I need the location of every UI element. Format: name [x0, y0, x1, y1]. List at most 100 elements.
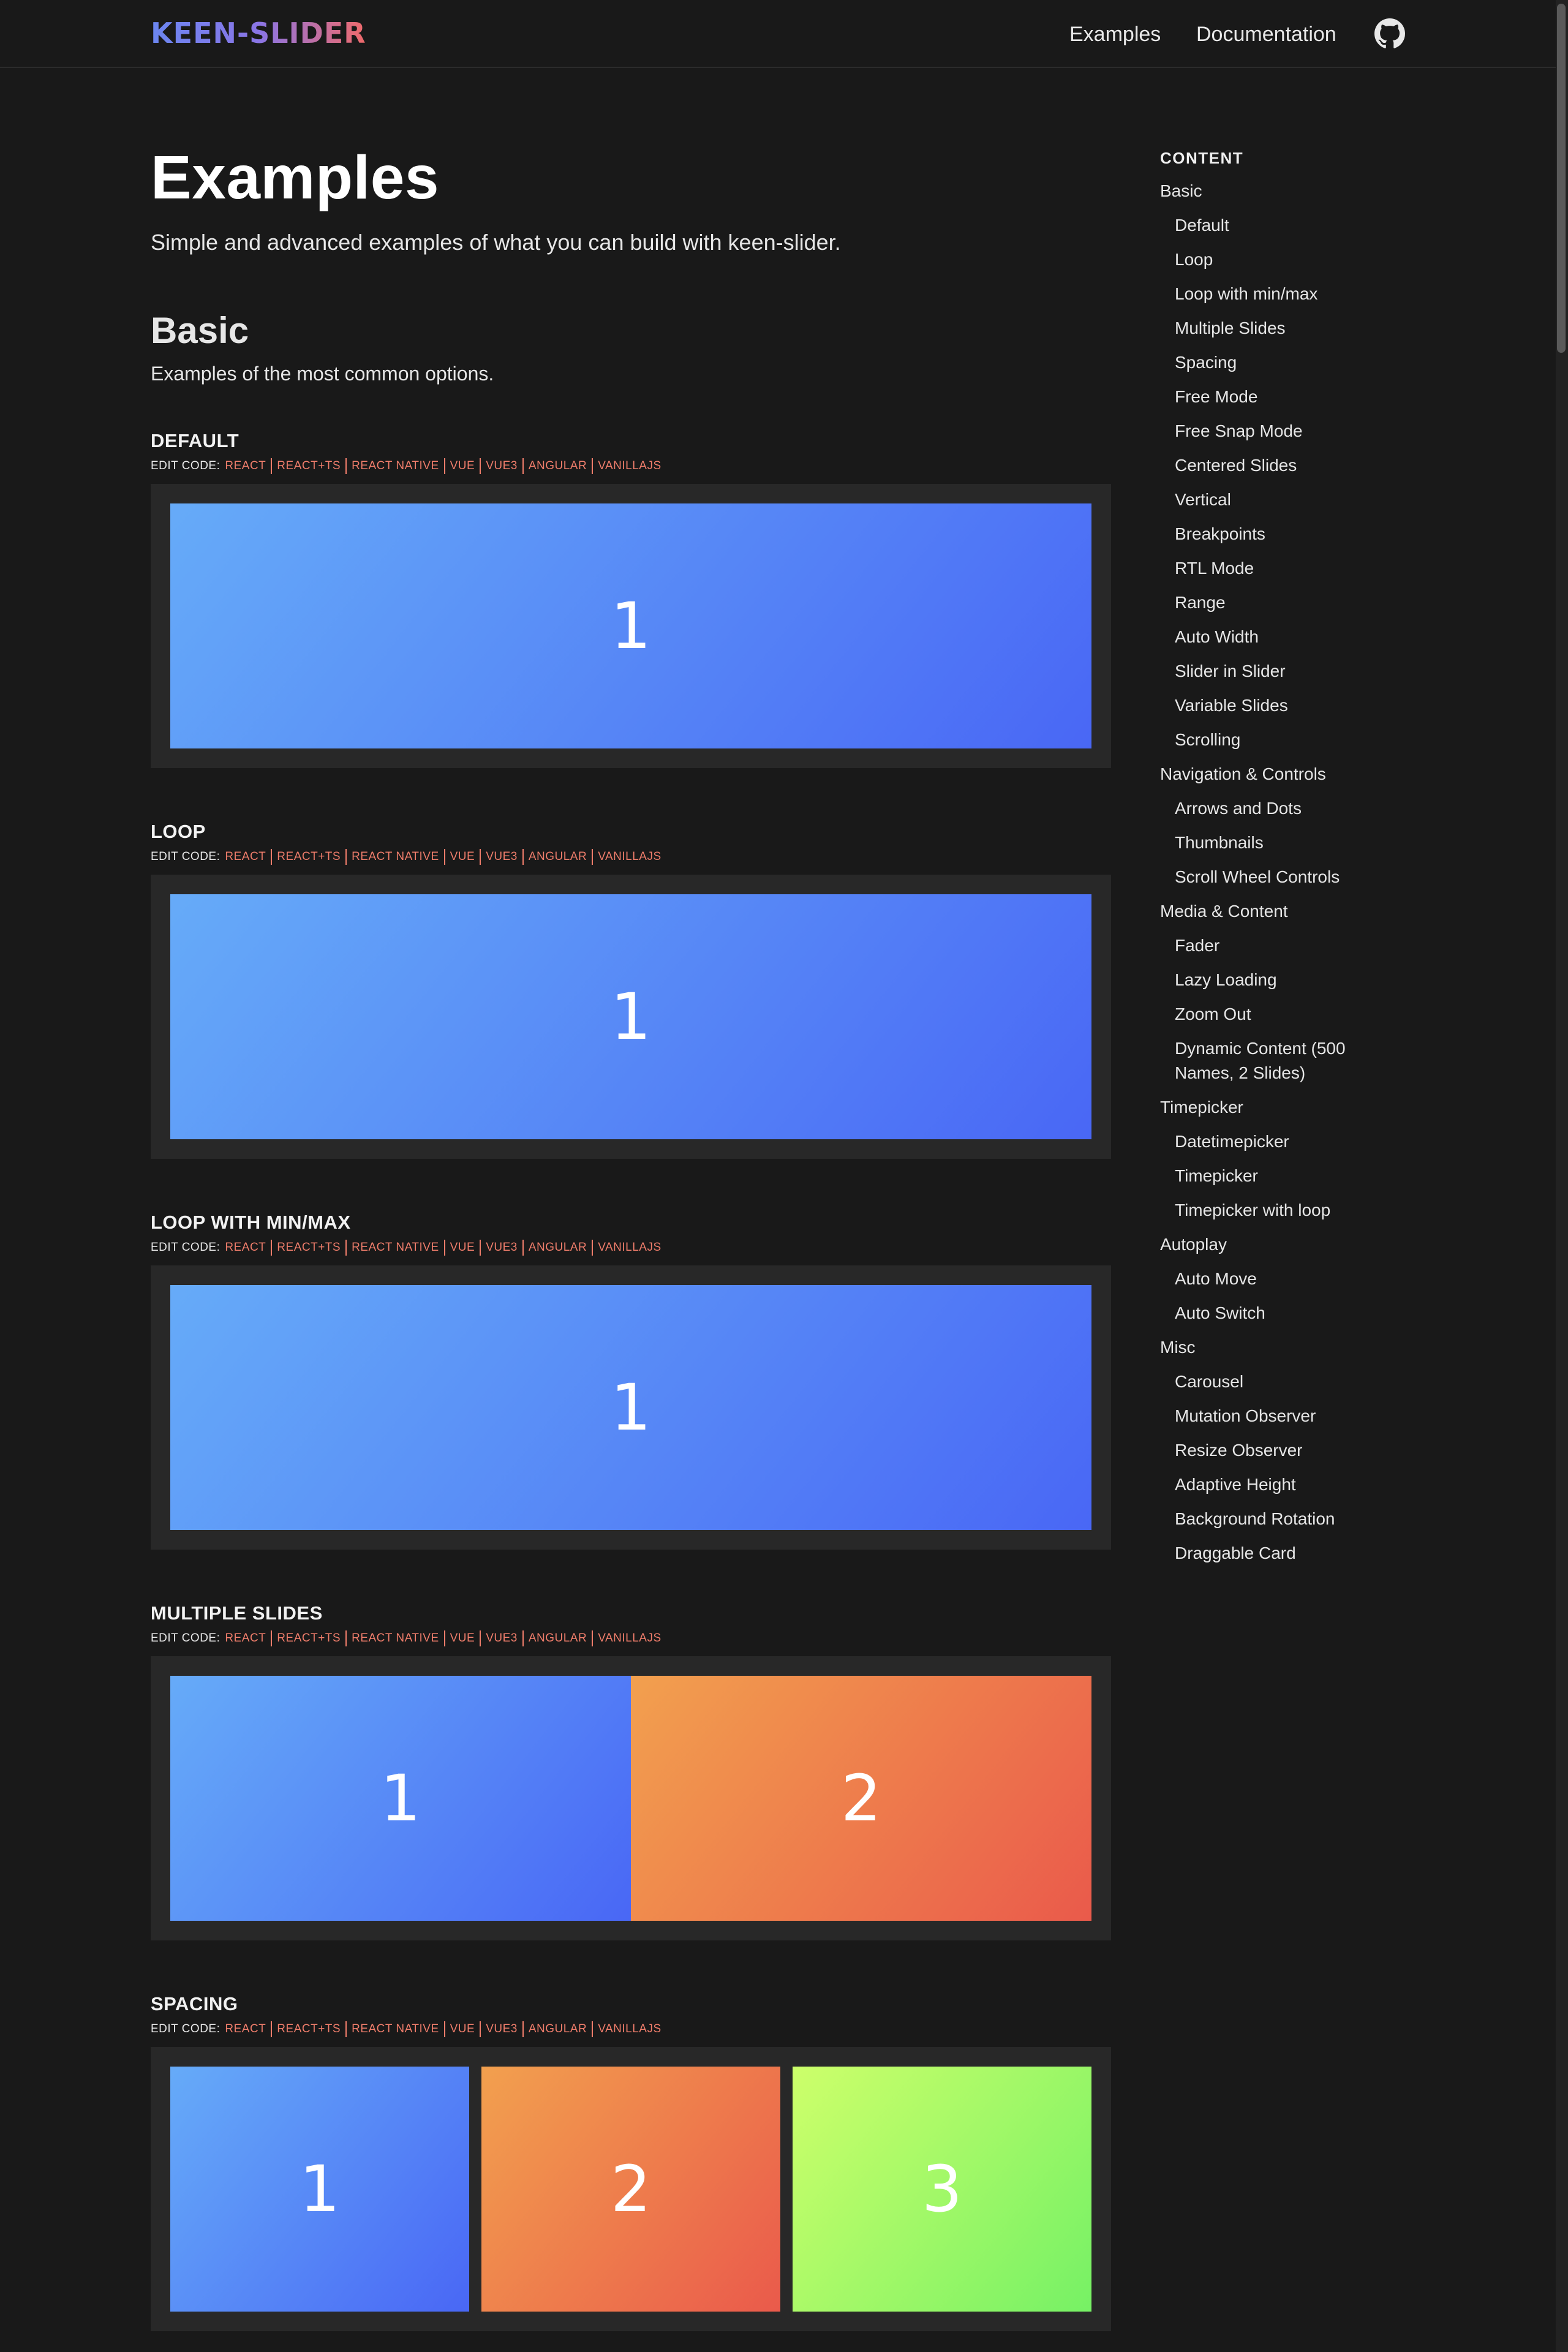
top-header: KEEN-SLIDER Examples Documentation: [0, 0, 1556, 68]
edit-code-link-vue[interactable]: VUE: [443, 458, 480, 474]
toc-item-link[interactable]: Breakpoints: [1160, 522, 1405, 546]
toc-item-link[interactable]: Background Rotation: [1160, 1507, 1405, 1531]
page-scrollbar[interactable]: [1556, 0, 1568, 2352]
edit-code-link-react-ts[interactable]: REACT+TS: [271, 1240, 345, 1256]
edit-code-link-vue3[interactable]: VUE3: [480, 1240, 522, 1256]
edit-code-link-vue3[interactable]: VUE3: [480, 458, 522, 474]
edit-code-link-react-ts[interactable]: REACT+TS: [271, 1630, 345, 1646]
toc-section-link[interactable]: Navigation & Controls: [1160, 762, 1405, 786]
toc-item-link[interactable]: Carousel: [1160, 1370, 1405, 1394]
edit-code-link-react-ts[interactable]: REACT+TS: [271, 849, 345, 865]
toc-item-link[interactable]: Vertical: [1160, 488, 1405, 512]
nav-documentation-link[interactable]: Documentation: [1196, 21, 1336, 48]
toc-section-link[interactable]: Autoplay: [1160, 1232, 1405, 1257]
toc-item-link[interactable]: Scroll Wheel Controls: [1160, 865, 1405, 889]
edit-code-link-vue[interactable]: VUE: [443, 1630, 480, 1646]
toc-item-link[interactable]: Centered Slides: [1160, 453, 1405, 478]
edit-code-link-angular[interactable]: ANGULAR: [522, 1240, 592, 1256]
toc-item-link[interactable]: Loop: [1160, 247, 1405, 272]
edit-code-link-react[interactable]: REACT: [225, 2021, 271, 2037]
toc-section-link[interactable]: Timepicker: [1160, 1095, 1405, 1120]
toc-item-link[interactable]: Timepicker: [1160, 1164, 1405, 1188]
section-title-basic: Basic: [151, 310, 249, 351]
slide[interactable]: 1: [170, 1676, 631, 1921]
edit-code-link-react[interactable]: REACT: [225, 1630, 271, 1646]
slide[interactable]: 1: [170, 894, 1091, 1139]
toc-item-link[interactable]: Auto Width: [1160, 625, 1405, 649]
edit-code-link-react-ts[interactable]: REACT+TS: [271, 458, 345, 474]
toc-item-link[interactable]: Adaptive Height: [1160, 1472, 1405, 1497]
edit-code-link-vanillajs[interactable]: VANILLAJS: [592, 458, 666, 474]
toc-item-link[interactable]: Fader: [1160, 933, 1405, 958]
slide[interactable]: 2: [631, 1676, 1091, 1921]
edit-code-links: EDIT CODE: REACT REACT+TS REACT NATIVE VUE VU…: [151, 1240, 1111, 1256]
edit-code-link-react-ts[interactable]: REACT+TS: [271, 2021, 345, 2037]
toc-item-link[interactable]: Timepicker with loop: [1160, 1198, 1405, 1223]
toc-item-link[interactable]: Zoom Out: [1160, 1002, 1405, 1027]
edit-code-link-react-native[interactable]: REACT NATIVE: [345, 1240, 444, 1256]
edit-code-link-vue3[interactable]: VUE3: [480, 2021, 522, 2037]
scrollbar-thumb[interactable]: [1557, 4, 1566, 353]
toc-item-link[interactable]: Mutation Observer: [1160, 1404, 1405, 1428]
edit-code-link-react[interactable]: REACT: [225, 1240, 271, 1256]
toc-item-link[interactable]: Arrows and Dots: [1160, 796, 1405, 821]
toc-item-link[interactable]: Loop with min/max: [1160, 282, 1405, 306]
toc-item-link[interactable]: Multiple Slides: [1160, 316, 1405, 341]
edit-code-link-vue3[interactable]: VUE3: [480, 849, 522, 865]
slide[interactable]: 3: [793, 2067, 1091, 2312]
toc-section-link[interactable]: Misc: [1160, 1335, 1405, 1360]
edit-code-label: EDIT CODE:: [151, 459, 221, 472]
edit-code-link-vanillajs[interactable]: VANILLAJS: [592, 849, 666, 865]
toc-item-link[interactable]: Datetimepicker: [1160, 1129, 1405, 1154]
toc-list: Basic Default Loop Loop with min/max Multipl…: [1160, 179, 1405, 1566]
toc-item-link[interactable]: RTL Mode: [1160, 556, 1405, 581]
edit-code-link-react-native[interactable]: REACT NATIVE: [345, 849, 444, 865]
keen-slider[interactable]: 1: [170, 894, 1091, 1139]
edit-code-link-vanillajs[interactable]: VANILLAJS: [592, 1240, 666, 1256]
slide[interactable]: 1: [170, 1285, 1091, 1530]
toc-item-link[interactable]: Draggable Card: [1160, 1541, 1405, 1566]
toc-item-link[interactable]: Resize Observer: [1160, 1438, 1405, 1463]
slide[interactable]: 1: [170, 503, 1091, 748]
toc-item-link[interactable]: Scrolling: [1160, 728, 1405, 752]
slide[interactable]: 2: [481, 2067, 780, 2312]
edit-code-link-vanillajs[interactable]: VANILLAJS: [592, 1630, 666, 1646]
edit-code-link-react-native[interactable]: REACT NATIVE: [345, 458, 444, 474]
keen-slider[interactable]: 1: [170, 503, 1091, 748]
edit-code-link-react[interactable]: REACT: [225, 849, 271, 865]
edit-code-link-vue[interactable]: VUE: [443, 1240, 480, 1256]
edit-code-link-react-native[interactable]: REACT NATIVE: [345, 2021, 444, 2037]
site-logo[interactable]: KEEN-SLIDER: [151, 15, 366, 51]
toc-item-link[interactable]: Variable Slides: [1160, 693, 1405, 718]
toc-item-link[interactable]: Auto Switch: [1160, 1301, 1405, 1325]
edit-code-link-vue[interactable]: VUE: [443, 849, 480, 865]
edit-code-link-angular[interactable]: ANGULAR: [522, 1630, 592, 1646]
toc-item-link[interactable]: Free Snap Mode: [1160, 419, 1405, 443]
toc-item-link[interactable]: Lazy Loading: [1160, 968, 1405, 992]
keen-slider[interactable]: 12: [170, 1676, 1091, 1921]
toc-item-link[interactable]: Spacing: [1160, 350, 1405, 375]
slide[interactable]: 1: [170, 2067, 469, 2312]
toc-item-link[interactable]: Slider in Slider: [1160, 659, 1405, 684]
edit-code-link-angular[interactable]: ANGULAR: [522, 849, 592, 865]
toc-section-link[interactable]: Media & Content: [1160, 899, 1405, 924]
edit-code-link-angular[interactable]: ANGULAR: [522, 458, 592, 474]
toc-item-link[interactable]: Dynamic Content (500 Names, 2 Slides): [1160, 1036, 1405, 1085]
github-icon[interactable]: [1374, 18, 1405, 49]
edit-code-link-vue[interactable]: VUE: [443, 2021, 480, 2037]
edit-code-link-vue3[interactable]: VUE3: [480, 1630, 522, 1646]
keen-slider[interactable]: 123: [170, 2067, 1091, 2312]
toc-item-link[interactable]: Free Mode: [1160, 385, 1405, 409]
toc-section-link[interactable]: Basic: [1160, 179, 1405, 203]
example-block: LOOP EDIT CODE: REACT REACT+TS REACT NATIVE V…: [151, 820, 1111, 1159]
edit-code-link-react[interactable]: REACT: [225, 458, 271, 474]
edit-code-link-vanillajs[interactable]: VANILLAJS: [592, 2021, 666, 2037]
toc-item-link[interactable]: Thumbnails: [1160, 831, 1405, 855]
edit-code-link-react-native[interactable]: REACT NATIVE: [345, 1630, 444, 1646]
edit-code-link-angular[interactable]: ANGULAR: [522, 2021, 592, 2037]
toc-item-link[interactable]: Default: [1160, 213, 1405, 238]
nav-examples-link[interactable]: Examples: [1069, 21, 1161, 48]
keen-slider[interactable]: 1: [170, 1285, 1091, 1530]
toc-item-link[interactable]: Auto Move: [1160, 1267, 1405, 1291]
toc-item-link[interactable]: Range: [1160, 590, 1405, 615]
